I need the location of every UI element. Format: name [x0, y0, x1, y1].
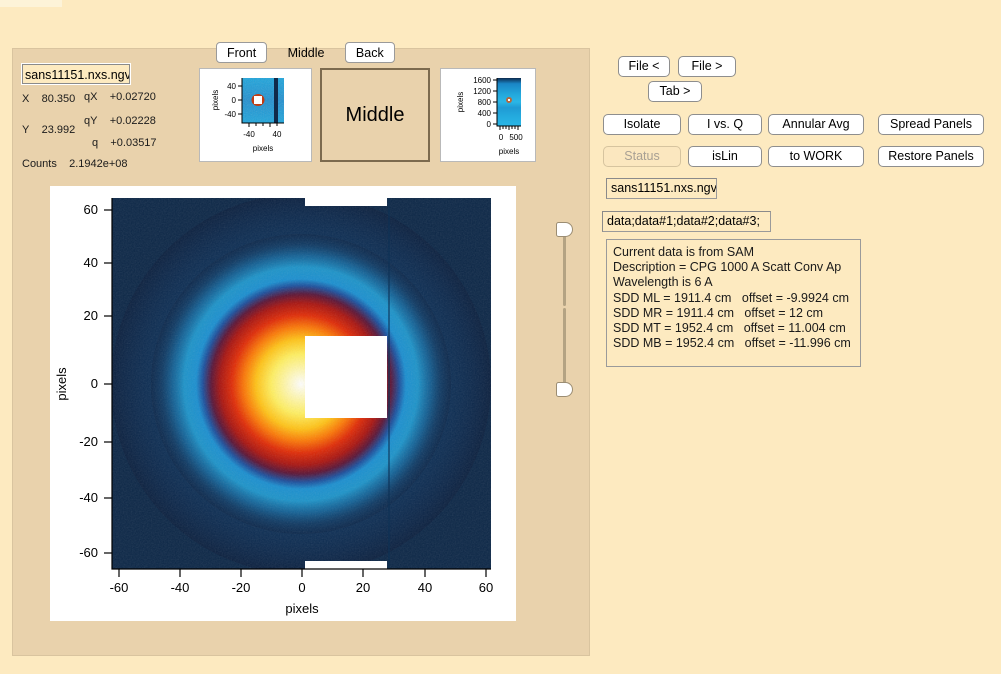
readout-counts-label: Counts: [22, 158, 57, 170]
info-line-description: Description = CPG 1000 A Scatt Conv Ap: [613, 260, 842, 275]
detector-image: [112, 198, 491, 569]
readout-qy-value: +0.02228: [109, 115, 156, 127]
slider-track-top: [563, 234, 566, 306]
spread-panels-button[interactable]: Spread Panels: [878, 114, 984, 135]
thumb-back-ylabel: pixels: [456, 92, 465, 112]
wave-list-field[interactable]: data;data#1;data#2;data#3;: [602, 211, 771, 232]
tab-front[interactable]: Front: [216, 42, 268, 63]
plot-xtick-m40: -40: [171, 580, 190, 595]
restore-panels-button[interactable]: Restore Panels: [878, 146, 984, 167]
readout-y: Y 23.992: [22, 124, 75, 136]
current-file-field[interactable]: sans11151.nxs.ngv: [606, 178, 717, 199]
info-line-sdd-ml: SDD ML = 1911.4 cm offset = -9.9924 cm: [613, 290, 849, 305]
readout-x-value: 80.350: [41, 93, 76, 105]
plot-ytick-m60: -60: [79, 545, 98, 560]
to-work-button[interactable]: to WORK: [768, 146, 864, 167]
main-detector-plot[interactable]: 60 40 20 0 -20 -40 -60 -60 -40 -20 0 20 …: [50, 186, 516, 621]
thumb-back-ytick-1200: 1200: [473, 87, 491, 96]
isolate-button[interactable]: Isolate: [603, 114, 681, 135]
beamstop-shadow: [305, 336, 387, 418]
plot-xlabel: pixels: [285, 601, 319, 616]
readout-qx: qX +0.02720: [84, 91, 156, 103]
info-line-sdd-mb: SDD MB = 1952.4 cm offset = -11.996 cm: [613, 336, 851, 351]
status-button: Status: [603, 146, 681, 167]
thumb-front-xtick-40: 40: [273, 130, 282, 139]
color-scale-min-slider[interactable]: [556, 308, 574, 398]
color-scale-max-slider[interactable]: [556, 222, 574, 306]
thumb-front-ylabel: pixels: [211, 90, 220, 110]
info-line-sdd-mt: SDD MT = 1952.4 cm offset = 11.004 cm: [613, 321, 846, 336]
thumbnail-middle-detector[interactable]: Middle: [320, 68, 430, 162]
tab-next-button[interactable]: Tab >: [648, 81, 702, 102]
plot-xtick-60: 60: [479, 580, 493, 595]
slider-handle-bottom[interactable]: [556, 382, 573, 397]
tab-middle[interactable]: Middle: [277, 42, 336, 63]
thumb-back-ytick-0: 0: [487, 120, 492, 129]
slider-handle-top[interactable]: [556, 222, 573, 237]
info-line-source: Current data is from SAM: [613, 245, 755, 259]
plot-xtick-40: 40: [418, 580, 432, 595]
readout-counts: Counts 2.1942e+08: [22, 158, 128, 170]
data-info-panel: Current data is from SAM Description = C…: [606, 239, 861, 367]
thumb-front-ytick-40: 40: [227, 82, 236, 91]
thumb-back-xtick-500: 500: [509, 133, 523, 142]
plot-ytick-m20: -20: [79, 434, 98, 449]
tab-back[interactable]: Back: [344, 42, 395, 63]
thumbnail-middle-label: Middle: [345, 103, 405, 126]
thumb-back-xlabel: pixels: [499, 147, 519, 156]
plot-xtick-m60: -60: [110, 580, 129, 595]
plot-ytick-60: 60: [84, 202, 98, 217]
thumb-front-xtick-m40: -40: [243, 130, 255, 139]
panel-tab-bar: Front Middle Back: [216, 42, 400, 63]
thumb-front-ytick-0: 0: [232, 96, 237, 105]
plot-xtick-0: 0: [298, 580, 305, 595]
annular-avg-button[interactable]: Annular Avg: [768, 114, 864, 135]
plot-ytick-40: 40: [84, 255, 98, 270]
application-window: sans11151.nxs.ngv X 80.350 Y 23.992 qX +…: [0, 0, 1001, 674]
window-chrome-strip: [0, 0, 62, 7]
file-next-button[interactable]: File >: [678, 56, 736, 77]
info-line-sdd-mr: SDD MR = 1911.4 cm offset = 12 cm: [613, 305, 824, 320]
thumb-back-ytick-1600: 1600: [473, 76, 491, 85]
readout-qx-label: qX: [84, 91, 98, 103]
thumbnail-back-detector[interactable]: 1600 1200 800 400 0 0 500 pixels pixels: [440, 68, 536, 162]
detector-gap-bottom: [305, 561, 387, 569]
readout-qx-value: +0.02720: [109, 91, 156, 103]
is-lin-toggle-button[interactable]: isLin: [688, 146, 762, 167]
readout-qy-label: qY: [84, 115, 98, 127]
file-prev-button[interactable]: File <: [618, 56, 670, 77]
plot-ytick-0: 0: [91, 376, 98, 391]
thumb-front-xlabel: pixels: [253, 144, 273, 153]
readout-q-label: q: [92, 137, 99, 149]
readout-x: X 80.350: [22, 93, 75, 105]
thumb-back-xtick-0: 0: [499, 133, 504, 142]
plot-ylabel: pixels: [54, 367, 69, 401]
readout-x-label: X: [22, 93, 30, 105]
thumb-back-ytick-800: 800: [478, 98, 492, 107]
plot-ytick-20: 20: [84, 308, 98, 323]
readout-y-value: 23.992: [41, 124, 76, 136]
readout-counts-value: 2.1942e+08: [69, 158, 128, 170]
detector-filename-field[interactable]: sans11151.nxs.ngv: [22, 64, 130, 84]
readout-qy: qY +0.02228: [84, 115, 156, 127]
readout-q: q +0.03517: [92, 137, 157, 149]
slider-track-bottom: [563, 308, 566, 386]
thumb-back-ytick-400: 400: [478, 109, 492, 118]
readout-y-label: Y: [22, 124, 30, 136]
plot-ytick-m40: -40: [79, 490, 98, 505]
readout-q-value: +0.03517: [110, 137, 157, 149]
detector-gap-top: [305, 198, 387, 206]
plot-xtick-20: 20: [356, 580, 370, 595]
thumbnail-front-detector[interactable]: 40 0 -40 -40 40 pixels pixels: [199, 68, 312, 162]
plot-xtick-m20: -20: [232, 580, 251, 595]
thumb-front-ytick-m40: -40: [224, 110, 236, 119]
info-line-wavelength: Wavelength is 6 A: [613, 275, 713, 290]
i-vs-q-button[interactable]: I vs. Q: [688, 114, 762, 135]
